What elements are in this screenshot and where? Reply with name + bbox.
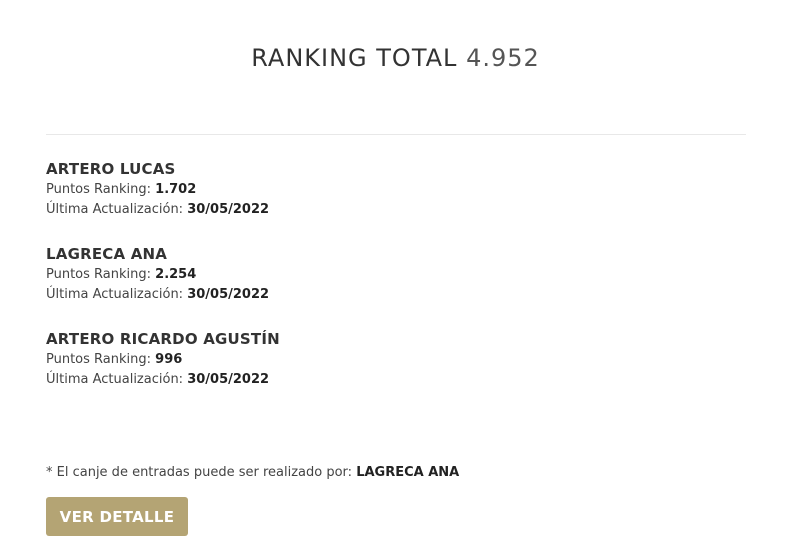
divider bbox=[46, 134, 746, 135]
updated-label: Última Actualización: bbox=[46, 202, 184, 217]
redemption-note: * El canje de entradas puede ser realiza… bbox=[46, 464, 459, 482]
points-label: Puntos Ranking: bbox=[46, 182, 152, 197]
member-item: LAGRECA ANA Puntos Ranking: 2.254 Última… bbox=[46, 243, 746, 328]
updated-value: 30/05/2022 bbox=[187, 202, 270, 217]
view-detail-button[interactable]: VER DETALLE bbox=[46, 497, 188, 536]
member-name: ARTERO RICARDO AGUSTÍN bbox=[46, 330, 280, 348]
points-value: 996 bbox=[155, 352, 183, 367]
member-name: ARTERO LUCAS bbox=[46, 160, 176, 178]
updated-value: 30/05/2022 bbox=[187, 287, 270, 302]
member-name: LAGRECA ANA bbox=[46, 245, 168, 263]
points-value: 1.702 bbox=[155, 182, 197, 197]
points-value: 2.254 bbox=[155, 267, 197, 282]
points-label: Puntos Ranking: bbox=[46, 352, 152, 367]
ranking-title-label: RANKING TOTAL bbox=[251, 44, 458, 72]
page-title: RANKING TOTAL 4.952 bbox=[0, 44, 791, 72]
member-points: Puntos Ranking: 1.702 bbox=[46, 180, 746, 200]
ranking-total-value: 4.952 bbox=[466, 44, 540, 72]
updated-label: Última Actualización: bbox=[46, 372, 184, 387]
member-updated: Última Actualización: 30/05/2022 bbox=[46, 370, 746, 390]
updated-value: 30/05/2022 bbox=[187, 372, 270, 387]
note-name: LAGRECA ANA bbox=[356, 465, 460, 480]
member-item: ARTERO RICARDO AGUSTÍN Puntos Ranking: 9… bbox=[46, 328, 746, 413]
members-list: ARTERO LUCAS Puntos Ranking: 1.702 Últim… bbox=[46, 158, 746, 413]
updated-label: Última Actualización: bbox=[46, 287, 184, 302]
member-updated: Última Actualización: 30/05/2022 bbox=[46, 200, 746, 220]
member-item: ARTERO LUCAS Puntos Ranking: 1.702 Últim… bbox=[46, 158, 746, 243]
member-updated: Última Actualización: 30/05/2022 bbox=[46, 285, 746, 305]
member-points: Puntos Ranking: 2.254 bbox=[46, 265, 746, 285]
note-text: * El canje de entradas puede ser realiza… bbox=[46, 465, 353, 480]
ranking-page: RANKING TOTAL 4.952 ARTERO LUCAS Puntos … bbox=[0, 0, 791, 543]
member-points: Puntos Ranking: 996 bbox=[46, 350, 746, 370]
points-label: Puntos Ranking: bbox=[46, 267, 152, 282]
